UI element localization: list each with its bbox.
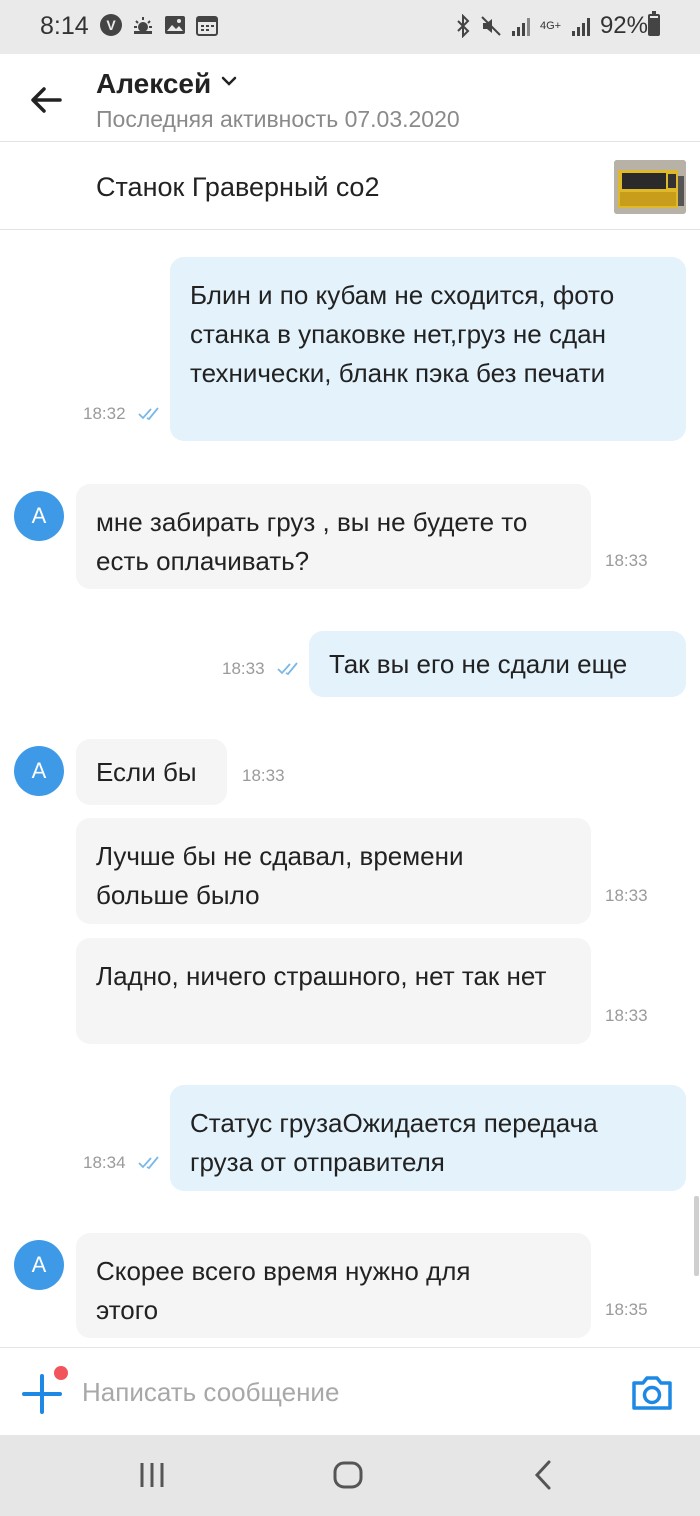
chat-header: Алексей Последняя активность 07.03.2020: [0, 54, 700, 142]
chevron-down-icon[interactable]: [220, 72, 238, 90]
avatar[interactable]: A: [14, 746, 64, 796]
message-time: 18:33: [605, 1006, 648, 1025]
notification-dot: [54, 1366, 68, 1380]
avatar[interactable]: A: [14, 1240, 64, 1290]
incoming-message[interactable]: Скорее всего время нужно для этого: [76, 1233, 591, 1338]
signal-icon: [511, 18, 530, 36]
message-text: Так вы его не сдали еще: [329, 649, 628, 679]
message-text: Ладно, ничего страшного, нет так нет: [96, 961, 547, 991]
bluetooth-icon: [457, 14, 470, 38]
signal-icon-2: [571, 18, 590, 36]
system-nav-bar: [0, 1435, 700, 1516]
status-notification-icons: V: [100, 14, 218, 36]
weather-icon: [134, 17, 152, 34]
incoming-message[interactable]: мне забирать груз , вы не будете то есть…: [76, 484, 591, 589]
battery-icon: [648, 11, 660, 36]
mute-icon: [481, 16, 501, 36]
message-time: 18:33: [242, 766, 285, 785]
message-time: 18:33: [605, 551, 648, 570]
status-system-icons: 4G+ 92%: [454, 12, 648, 40]
back-arrow-icon[interactable]: [26, 80, 66, 120]
message-time: 18:35: [605, 1300, 648, 1319]
last-active-status: Последняя активность 07.03.2020: [96, 106, 460, 132]
message-time: 18:32: [83, 404, 126, 423]
message-text: Блин и по кубам не сходится, фото станка…: [190, 280, 615, 388]
outgoing-message[interactable]: Блин и по кубам не сходится, фото станка…: [170, 257, 686, 441]
read-check-icon: [277, 662, 298, 676]
message-text: Скорее всего время нужно для этого: [96, 1256, 471, 1325]
product-bar[interactable]: Станок Граверный co2: [0, 142, 700, 230]
message-text: Статус грузаОжидается передача груза от …: [190, 1108, 598, 1177]
network-type: 4G+: [539, 19, 562, 32]
incoming-message[interactable]: Если бы: [76, 739, 227, 805]
message-time: 18:33: [605, 886, 648, 905]
scroll-indicator[interactable]: [694, 1196, 699, 1276]
contact-name[interactable]: Алексей: [96, 68, 211, 100]
message-text: Лучше бы не сдавал, времени больше было: [96, 841, 464, 910]
status-time: 8:14: [40, 12, 89, 40]
calendar-icon: [196, 16, 218, 36]
message-time: 18:34: [83, 1153, 126, 1172]
product-title[interactable]: Станок Граверный co2: [96, 172, 379, 203]
read-check-icon: [138, 1156, 159, 1170]
outgoing-message[interactable]: Так вы его не сдали еще: [309, 631, 686, 697]
incoming-message[interactable]: Лучше бы не сдавал, времени больше было: [76, 818, 591, 924]
message-list[interactable]: Блин и по кубам не сходится, фото станка…: [0, 231, 700, 1347]
message-time: 18:33: [222, 659, 265, 678]
engraver-machine-image: [614, 160, 686, 214]
outgoing-message[interactable]: Статус грузаОжидается передача груза от …: [170, 1085, 686, 1191]
home-icon[interactable]: [330, 1457, 366, 1493]
avatar[interactable]: A: [14, 491, 64, 541]
camera-icon[interactable]: [630, 1372, 674, 1412]
recent-apps-icon[interactable]: [134, 1457, 170, 1493]
incoming-message[interactable]: Ладно, ничего страшного, нет так нет: [76, 938, 591, 1044]
back-nav-icon[interactable]: [526, 1457, 562, 1493]
gallery-icon: [165, 16, 185, 34]
message-composer: [0, 1347, 700, 1435]
status-bar: 8:14 V 4G+ 92%: [0, 0, 700, 54]
message-input[interactable]: [82, 1370, 602, 1414]
message-text: мне забирать груз , вы не будете то есть…: [96, 507, 528, 576]
read-check-icon: [138, 407, 159, 421]
battery-percent: 92%: [599, 12, 648, 39]
viber-icon: V: [100, 14, 122, 36]
message-text: Если бы: [96, 757, 197, 787]
product-thumbnail[interactable]: [614, 160, 686, 214]
